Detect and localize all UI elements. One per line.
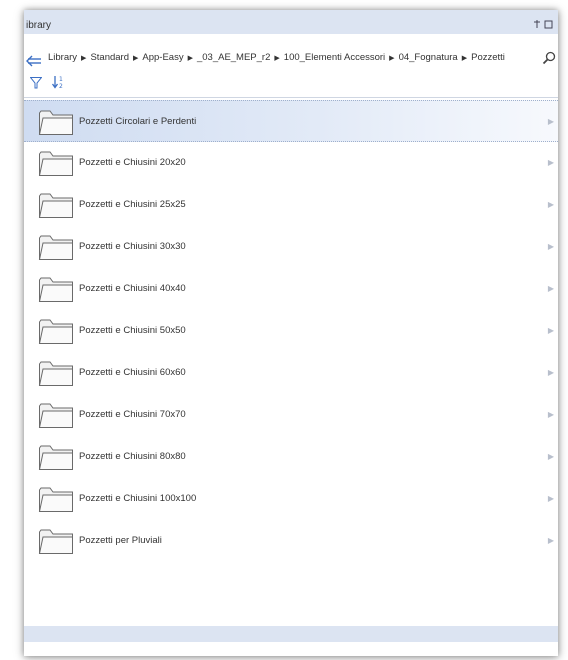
folder-label: Pozzetti e Chiusini 70x70 — [79, 409, 186, 420]
search-icon[interactable] — [542, 51, 556, 65]
folder-label: Pozzetti e Chiusini 30x30 — [79, 241, 186, 252]
chevron-right-icon: ▶ — [547, 494, 554, 503]
breadcrumb-separator-icon: ▶ — [81, 54, 87, 62]
chevron-right-icon: ▶ — [547, 410, 554, 419]
chevron-right-icon: ▶ — [547, 117, 554, 126]
folder-item[interactable]: Pozzetti e Chiusini 20x20 ▶ — [24, 142, 558, 184]
breadcrumb-item[interactable]: 100_Elementi Accessori — [284, 52, 385, 63]
folder-icon — [38, 233, 74, 261]
breadcrumb-separator-icon: ▶ — [133, 54, 139, 62]
chevron-right-icon: ▶ — [547, 326, 554, 335]
library-window: ibrary Library ▶ Standard ▶ App-Easy ▶ _03_AE_… — [24, 10, 558, 656]
svg-text:2: 2 — [59, 83, 63, 89]
chevron-right-icon: ▶ — [547, 242, 554, 251]
breadcrumb-item[interactable]: 04_Fognatura — [399, 52, 458, 63]
sort-icon[interactable]: 1 2 — [51, 75, 66, 90]
chevron-right-icon: ▶ — [547, 284, 554, 293]
folder-icon — [38, 317, 74, 345]
folder-item[interactable]: Pozzetti e Chiusini 80x80 ▶ — [24, 436, 558, 478]
folder-item[interactable]: Pozzetti e Chiusini 70x70 ▶ — [24, 394, 558, 436]
back-arrow-icon[interactable] — [26, 54, 42, 67]
folder-item[interactable]: Pozzetti Circolari e Perdenti ▶ — [24, 100, 558, 142]
window-title: ibrary — [26, 20, 52, 31]
breadcrumb-item[interactable]: Standard — [90, 52, 129, 63]
folder-item[interactable]: Pozzetti e Chiusini 50x50 ▶ — [24, 310, 558, 352]
folder-list: Pozzetti Circolari e Perdenti ▶ Pozzetti… — [24, 100, 558, 562]
breadcrumb-separator-icon: ▶ — [389, 54, 395, 62]
folder-icon — [38, 275, 74, 303]
folder-label: Pozzetti e Chiusini 20x20 — [79, 157, 186, 168]
breadcrumb-item[interactable]: App-Easy — [142, 52, 183, 63]
pin-icon[interactable] — [534, 19, 554, 33]
folder-icon — [38, 485, 74, 513]
breadcrumb-separator-icon: ▶ — [461, 54, 468, 62]
folder-label: Pozzetti e Chiusini 25x25 — [79, 199, 186, 210]
folder-label: Pozzetti e Chiusini 60x60 — [79, 367, 186, 378]
title-bar: ibrary — [24, 10, 558, 34]
breadcrumb-item[interactable]: Library — [48, 52, 77, 63]
breadcrumb-separator-icon: ▶ — [274, 54, 280, 62]
folder-icon — [38, 359, 74, 387]
folder-icon — [38, 108, 74, 136]
folder-icon — [38, 527, 74, 555]
folder-label: Pozzetti e Chiusini 80x80 — [79, 451, 186, 462]
chevron-right-icon: ▶ — [547, 200, 554, 209]
toolbar-divider — [24, 97, 558, 98]
breadcrumb-item[interactable]: Pozzetti — [471, 52, 505, 63]
folder-item[interactable]: Pozzetti e Chiusini 100x100 ▶ — [24, 478, 558, 520]
breadcrumb-separator-icon: ▶ — [187, 54, 193, 62]
chevron-right-icon: ▶ — [547, 452, 554, 461]
folder-icon — [38, 443, 74, 471]
folder-icon — [38, 401, 74, 429]
folder-item[interactable]: Pozzetti per Pluviali ▶ — [24, 520, 558, 562]
folder-label: Pozzetti e Chiusini 50x50 — [79, 325, 186, 336]
chevron-right-icon: ▶ — [547, 158, 554, 167]
folder-label: Pozzetti Circolari e Perdenti — [79, 116, 197, 127]
folder-item[interactable]: Pozzetti e Chiusini 25x25 ▶ — [24, 184, 558, 226]
folder-icon — [38, 191, 74, 219]
folder-label: Pozzetti e Chiusini 100x100 — [79, 493, 197, 504]
folder-item[interactable]: Pozzetti e Chiusini 30x30 ▶ — [24, 226, 558, 268]
breadcrumb: Library ▶ Standard ▶ App-Easy ▶ _03_AE_MEP_r2 ▶… — [48, 52, 505, 63]
folder-label: Pozzetti per Pluviali — [79, 535, 162, 546]
breadcrumb-item[interactable]: _03_AE_MEP_r2 — [197, 52, 270, 63]
folder-icon — [38, 149, 74, 177]
folder-item[interactable]: Pozzetti e Chiusini 40x40 ▶ — [24, 268, 558, 310]
folder-label: Pozzetti e Chiusini 40x40 — [79, 283, 186, 294]
filter-icon[interactable] — [29, 76, 43, 89]
chevron-right-icon: ▶ — [547, 536, 554, 545]
status-bar — [24, 626, 558, 642]
folder-item[interactable]: Pozzetti e Chiusini 60x60 ▶ — [24, 352, 558, 394]
svg-text:1: 1 — [59, 76, 63, 83]
chevron-right-icon: ▶ — [547, 368, 554, 377]
